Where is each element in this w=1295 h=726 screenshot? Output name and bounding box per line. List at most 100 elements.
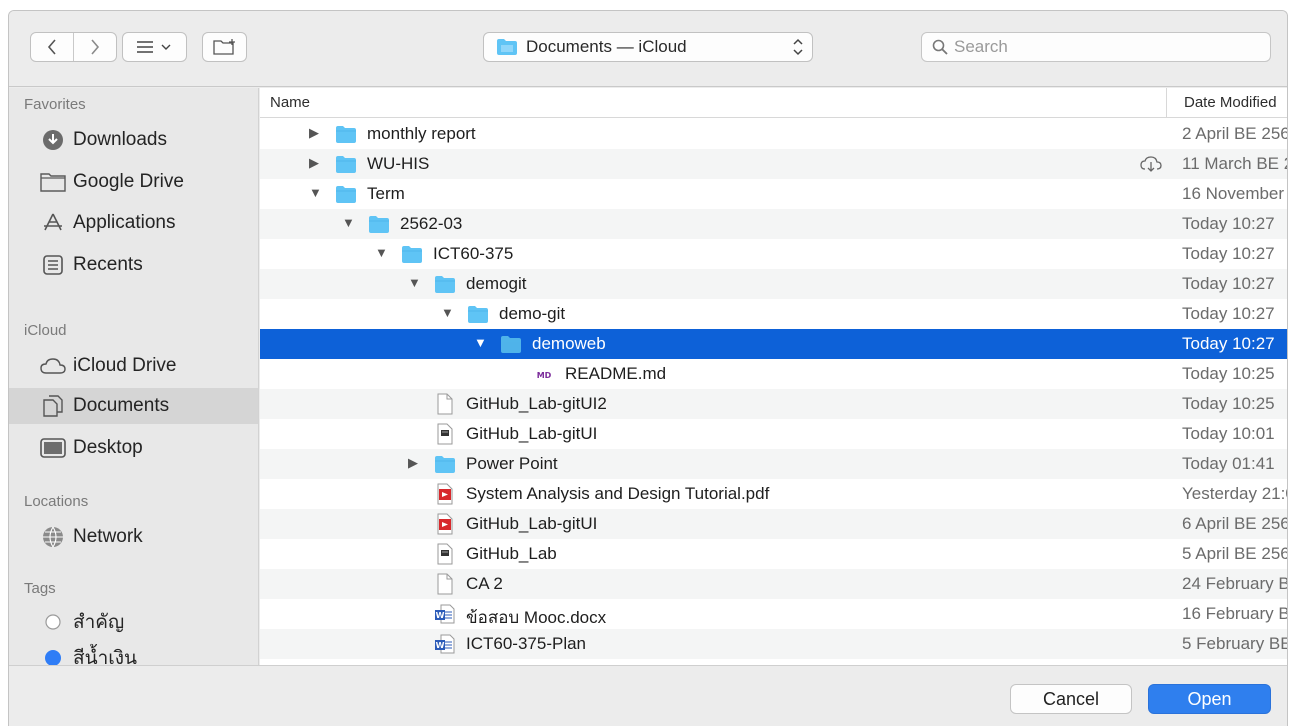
forward-button[interactable]	[74, 33, 116, 61]
disclosure-expanded-icon[interactable]: ▼	[441, 306, 454, 319]
file-date: 11 March BE 2563	[1182, 154, 1287, 173]
file-row[interactable]: ▶ Power Point Today 01:41	[260, 449, 1287, 479]
file-name: Power Point	[466, 454, 558, 473]
file-date: 24 February BE 2563	[1182, 574, 1287, 593]
word-document-icon: W	[434, 603, 456, 625]
file-date: Today 10:27	[1182, 334, 1275, 353]
search-input[interactable]	[954, 37, 1254, 57]
chevron-right-icon	[91, 39, 100, 55]
updown-chevron-icon	[793, 38, 803, 56]
disclosure-collapsed-icon[interactable]: ▶	[309, 126, 321, 139]
file-name: GitHub_Lab	[466, 544, 557, 563]
disclosure-expanded-icon[interactable]: ▼	[408, 276, 421, 289]
sidebar-heading-locations: Locations	[24, 493, 89, 510]
file-date: Yesterday 21:00	[1182, 484, 1287, 503]
file-row[interactable]: GitHub_Lab-gitUI2 Today 10:25	[260, 389, 1287, 419]
sidebar-item-applications[interactable]: Applications	[9, 205, 258, 241]
document-icon	[434, 393, 456, 415]
sidebar-heading-tags: Tags	[24, 580, 56, 597]
svg-text:W: W	[436, 611, 445, 620]
folder-icon	[467, 303, 489, 325]
sidebar-item-network[interactable]: Network	[9, 519, 258, 555]
keynote-file-icon	[434, 543, 456, 565]
file-date: Today 01:41	[1182, 454, 1275, 473]
file-date: Today 10:27	[1182, 214, 1275, 233]
disclosure-expanded-icon[interactable]: ▼	[309, 186, 322, 199]
sidebar-item-downloads[interactable]: Downloads	[9, 122, 258, 158]
file-row[interactable]: MD README.md Today 10:25	[260, 359, 1287, 389]
view-options-button[interactable]	[122, 32, 187, 62]
sidebar-item-label: Documents	[73, 395, 170, 416]
file-row[interactable]: ▼ 2562-03 Today 10:27	[260, 209, 1287, 239]
file-name: ข้อสอบ Mooc.docx	[466, 608, 607, 627]
sidebar-tag-blue[interactable]: สีน้ำเงิน	[9, 640, 258, 665]
open-button[interactable]: Open	[1148, 684, 1271, 714]
file-row[interactable]: ▼ ICT60-375 Today 10:27	[260, 239, 1287, 269]
sidebar: Favorites Downloads Google Drive Applica…	[9, 88, 259, 665]
applications-icon	[39, 211, 67, 235]
disclosure-collapsed-icon[interactable]: ▶	[408, 456, 420, 469]
file-row[interactable]: ▼ demo-git Today 10:27	[260, 299, 1287, 329]
download-icon	[39, 128, 67, 152]
new-folder-button[interactable]	[202, 32, 247, 62]
file-name: demo-git	[499, 304, 566, 323]
file-row[interactable]: GitHub_Lab-gitUI Today 10:01	[260, 419, 1287, 449]
file-row[interactable]: System Analysis and Design Tutorial.pdf Y…	[260, 479, 1287, 509]
folder-icon	[500, 333, 522, 355]
sidebar-heading-favorites: Favorites	[24, 96, 86, 113]
file-name: WU-HIS	[367, 154, 430, 173]
sidebar-item-recents[interactable]: Recents	[9, 247, 258, 283]
column-date-header[interactable]: Date Modified	[1184, 94, 1287, 111]
folder-icon	[335, 153, 357, 175]
file-row[interactable]: ▶ WU-HIS 11 March BE 2563	[260, 149, 1287, 179]
sidebar-item-google-drive[interactable]: Google Drive	[9, 164, 258, 200]
column-name-header[interactable]: Name	[270, 94, 310, 111]
word-document-icon: W	[434, 633, 456, 655]
tag-dot-icon	[39, 646, 67, 665]
sidebar-item-label: Applications	[73, 212, 176, 233]
file-row[interactable]: W ข้อสอบ Mooc.docx 16 February BE 2563	[260, 599, 1287, 629]
sidebar-item-documents[interactable]: Documents	[9, 388, 258, 424]
network-icon	[39, 525, 67, 549]
sidebar-item-label: Downloads	[73, 129, 167, 150]
disclosure-expanded-icon[interactable]: ▼	[375, 246, 388, 259]
file-date: 16 February BE 2563	[1182, 604, 1287, 623]
file-date: Today 10:27	[1182, 274, 1275, 293]
folder-icon	[434, 453, 456, 475]
cloud-status[interactable]	[1140, 155, 1162, 178]
file-row[interactable]: W ICT60-375-Plan 5 February BE 2563	[260, 629, 1287, 659]
file-row[interactable]: GitHub_Lab-gitUI 6 April BE 2563	[260, 509, 1288, 539]
tag-dot-icon	[39, 610, 67, 634]
disclosure-expanded-icon[interactable]: ▼	[474, 336, 487, 349]
file-row[interactable]: ▶ monthly report 2 April BE 2563	[260, 119, 1287, 149]
sidebar-tag-important[interactable]: สำคัญ	[9, 604, 258, 640]
file-date: 5 April BE 2563	[1182, 544, 1288, 563]
file-row[interactable]: ▼ Term 16 November BE 2562	[260, 179, 1287, 209]
file-row[interactable]: ▼ demogit Today 10:27	[260, 269, 1287, 299]
svg-text:MD: MD	[537, 371, 552, 380]
sidebar-item-label: Desktop	[73, 437, 143, 458]
cloud-download-icon[interactable]	[1140, 155, 1162, 173]
folder-icon	[335, 123, 357, 145]
back-button[interactable]	[31, 33, 73, 61]
file-name: README.md	[565, 364, 667, 383]
file-date: 16 November BE 2562	[1182, 184, 1287, 203]
pdf-file-icon	[434, 483, 456, 505]
file-row[interactable]: GitHub_Lab 5 April BE 2563	[260, 539, 1288, 569]
file-date: 6 April BE 2563	[1182, 514, 1288, 533]
column-divider[interactable]	[1166, 88, 1167, 118]
file-row[interactable]: CA 2 24 February BE 2563	[260, 569, 1287, 599]
file-name: ICT60-375	[433, 244, 514, 263]
sidebar-item-desktop[interactable]: Desktop	[9, 430, 258, 466]
disclosure-expanded-icon[interactable]: ▼	[342, 216, 355, 229]
folder-icon	[434, 273, 456, 295]
file-name: GitHub_Lab-gitUI	[466, 424, 598, 443]
disclosure-collapsed-icon[interactable]: ▶	[309, 156, 321, 169]
location-dropdown[interactable]: Documents — iCloud	[483, 32, 813, 62]
cancel-button[interactable]: Cancel	[1010, 684, 1132, 714]
desktop-icon	[39, 436, 67, 460]
folder-icon	[401, 243, 423, 265]
toolbar: Documents — iCloud	[9, 11, 1287, 87]
sidebar-item-icloud-drive[interactable]: iCloud Drive	[9, 348, 258, 384]
file-row[interactable]: ▼ demoweb Today 10:27	[260, 329, 1287, 359]
